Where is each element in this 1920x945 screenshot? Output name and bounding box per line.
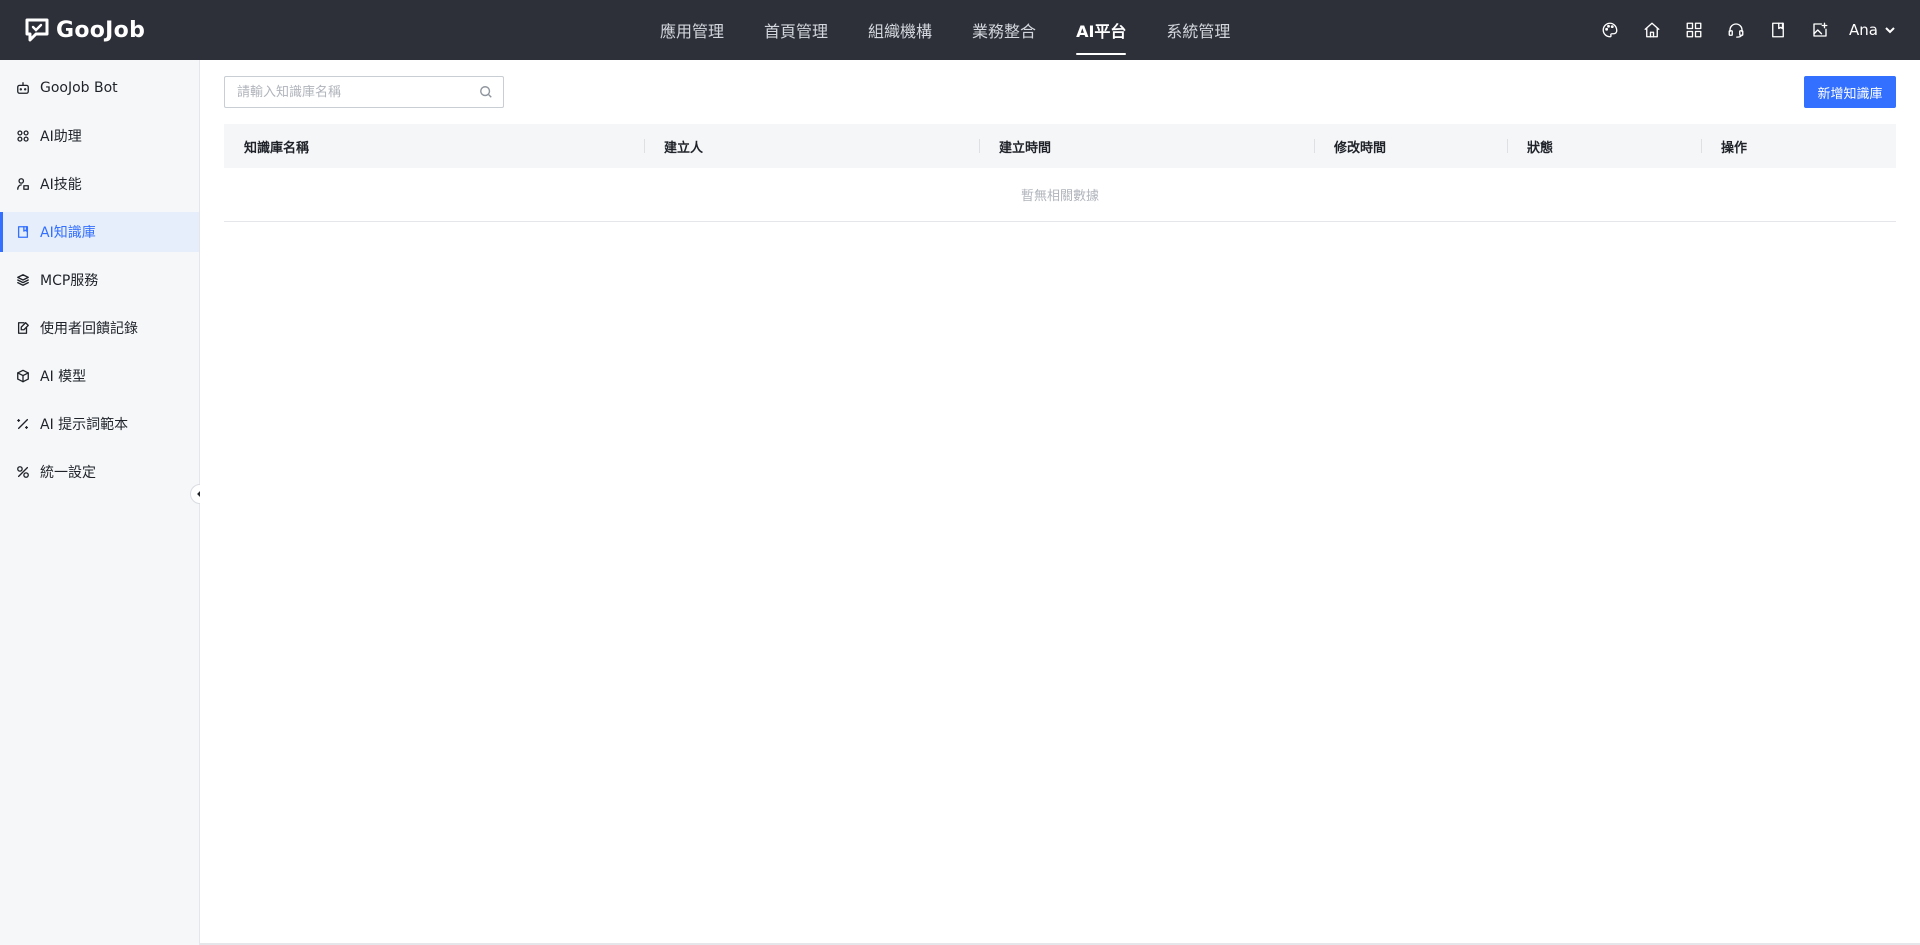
home-icon[interactable] bbox=[1641, 19, 1663, 41]
brand-name: GooJob bbox=[56, 17, 146, 43]
support-headset-icon[interactable] bbox=[1725, 19, 1747, 41]
column-header-actions: 操作 bbox=[1701, 124, 1896, 168]
user-menu[interactable]: Ana bbox=[1849, 21, 1896, 39]
skill-icon bbox=[16, 177, 30, 191]
robot-icon bbox=[16, 81, 30, 95]
sidebar-item-label: MCP服務 bbox=[40, 273, 99, 289]
sidebar-item-label: AI 模型 bbox=[40, 369, 87, 385]
document-icon bbox=[16, 225, 30, 239]
column-header-created-time: 建立時間 bbox=[979, 124, 1314, 168]
sidebar-item-mcp-service[interactable]: MCP服務 bbox=[0, 260, 199, 300]
sidebar-item-label: AI知識庫 bbox=[40, 225, 96, 241]
feedback-edit-icon bbox=[16, 321, 30, 335]
nav-home-management[interactable]: 首頁管理 bbox=[764, 0, 828, 60]
sidebar-item-label: AI 提示詞範本 bbox=[40, 417, 129, 433]
nav-app-management[interactable]: 應用管理 bbox=[660, 0, 724, 60]
sidebar-item-ai-knowledge-base[interactable]: AI知識庫 bbox=[0, 212, 199, 252]
column-header-status: 狀態 bbox=[1507, 124, 1701, 168]
nav-label: 組織機構 bbox=[868, 22, 933, 41]
nav-system-management[interactable]: 系統管理 bbox=[1166, 0, 1230, 60]
nav-label: 首頁管理 bbox=[764, 22, 829, 41]
layers-icon bbox=[16, 273, 30, 287]
nav-label: AI平台 bbox=[1076, 22, 1127, 41]
sidebar-item-ai-assistant[interactable]: AI助理 bbox=[0, 116, 199, 156]
top-navigation: 應用管理 首頁管理 組織機構 業務整合 AI平台 系統管理 bbox=[660, 0, 1270, 60]
main-content: 新增知識庫 知識庫名稱 建立人 建立時間 修改時間 狀態 操作 暫無相關數據 bbox=[200, 60, 1920, 945]
table-header: 知識庫名稱 建立人 建立時間 修改時間 狀態 操作 bbox=[224, 124, 1896, 168]
knowledge-base-search-input[interactable] bbox=[225, 77, 465, 107]
sidebar-item-user-feedback[interactable]: 使用者回饋記錄 bbox=[0, 308, 199, 348]
grid-dots-icon bbox=[16, 129, 30, 143]
user-name: Ana bbox=[1849, 21, 1878, 39]
top-bar: GooJob 應用管理 首頁管理 組織機構 業務整合 AI平台 系統管理 Ana bbox=[0, 0, 1920, 60]
search-box bbox=[224, 76, 504, 108]
chevron-down-icon bbox=[1885, 27, 1895, 34]
nav-business-integration[interactable]: 業務整合 bbox=[972, 0, 1036, 60]
palette-icon[interactable] bbox=[1599, 19, 1621, 41]
apps-grid-icon[interactable] bbox=[1683, 19, 1705, 41]
sidebar-item-label: AI技能 bbox=[40, 177, 82, 193]
nav-organization[interactable]: 組織機構 bbox=[868, 0, 932, 60]
nav-label: 系統管理 bbox=[1166, 22, 1231, 41]
nav-label: 業務整合 bbox=[972, 22, 1037, 41]
sidebar-item-label: 統一設定 bbox=[40, 465, 96, 481]
sidebar-item-unified-settings[interactable]: 統一設定 bbox=[0, 452, 199, 492]
magic-wand-icon bbox=[16, 417, 30, 431]
book-icon[interactable] bbox=[1767, 19, 1789, 41]
table-empty-state: 暫無相關數據 bbox=[224, 168, 1896, 222]
tools-icon bbox=[16, 465, 30, 479]
sidebar-item-ai-prompt-templates[interactable]: AI 提示詞範本 bbox=[0, 404, 199, 444]
sidebar-item-goojob-bot[interactable]: GooJob Bot bbox=[0, 68, 199, 108]
search-icon[interactable] bbox=[479, 85, 493, 99]
image-add-icon[interactable] bbox=[1809, 19, 1831, 41]
sidebar: GooJob Bot AI助理 AI技能 AI知識庫 MCP服務 使用者回饋記錄… bbox=[0, 60, 200, 945]
nav-label: 應用管理 bbox=[660, 22, 725, 41]
cube-icon bbox=[16, 369, 30, 383]
column-header-modified-time: 修改時間 bbox=[1314, 124, 1507, 168]
sidebar-item-ai-skills[interactable]: AI技能 bbox=[0, 164, 199, 204]
brand-logo[interactable]: GooJob bbox=[24, 14, 145, 46]
sidebar-item-label: GooJob Bot bbox=[40, 80, 118, 96]
sidebar-item-label: 使用者回饋記錄 bbox=[40, 321, 138, 337]
knowledge-base-table: 知識庫名稱 建立人 建立時間 修改時間 狀態 操作 暫無相關數據 bbox=[224, 124, 1896, 222]
sidebar-item-label: AI助理 bbox=[40, 129, 82, 145]
nav-ai-platform[interactable]: AI平台 bbox=[1076, 0, 1127, 60]
header-icons: Ana bbox=[1579, 0, 1896, 60]
column-header-creator: 建立人 bbox=[644, 124, 979, 168]
column-header-name: 知識庫名稱 bbox=[244, 140, 310, 156]
add-knowledge-base-button[interactable]: 新增知識庫 bbox=[1804, 76, 1896, 108]
logo-chat-icon bbox=[25, 18, 49, 42]
sidebar-item-ai-model[interactable]: AI 模型 bbox=[0, 356, 199, 396]
